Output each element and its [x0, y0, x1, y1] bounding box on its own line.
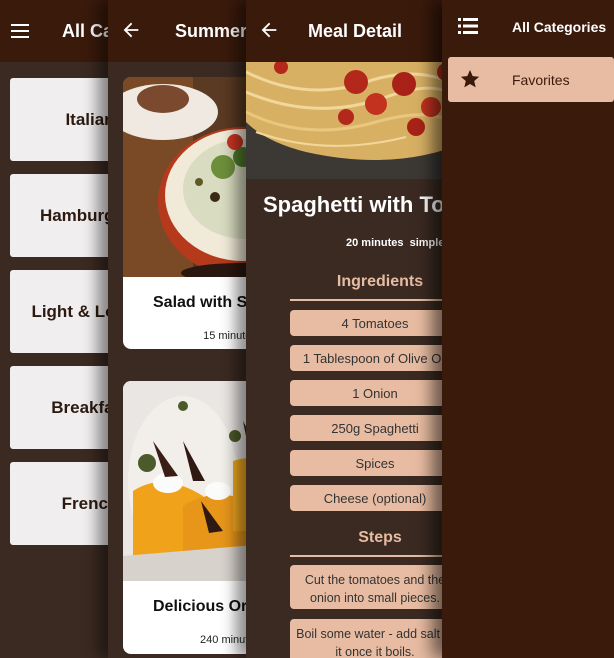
star-icon: [460, 69, 480, 88]
meal-detail-screen: Meal Detail Spaghetti with Tomato Sauce …: [246, 0, 466, 658]
menu-icon[interactable]: [11, 24, 29, 38]
ingredient-item: 1 Onion: [290, 380, 460, 406]
list-icon: [458, 18, 478, 34]
detail-app-bar-title: Meal Detail: [308, 20, 403, 41]
step-item: Cut the tomatoes and the onion into smal…: [290, 565, 460, 609]
back-arrow-icon[interactable]: [258, 19, 280, 41]
detail-app-bar: Meal Detail: [246, 0, 466, 62]
drawer-item-favorites[interactable]: Favorites: [448, 57, 614, 102]
step-item: Boil some water - add salt to it once it…: [290, 619, 460, 658]
meal-title: Spaghetti with Tomato Sauce: [263, 192, 466, 217]
ingredients-heading: Ingredients: [336, 273, 424, 290]
meal-complexity: simple: [409, 237, 445, 249]
category-label: Italian: [65, 109, 115, 129]
ingredient-item: Spices: [290, 450, 460, 476]
ingredient-item: 1 Tablespoon of Olive Oil: [290, 345, 460, 371]
spaghetti-image: [246, 62, 466, 179]
ingredient-item: 4 Tomatoes: [290, 310, 460, 336]
drawer-item-label: All Categories: [512, 19, 607, 35]
drawer-item-label: Favorites: [512, 72, 570, 88]
steps-heading: Steps: [358, 529, 402, 546]
ingredient-item: Cheese (optional): [290, 485, 460, 511]
meals-title: Summer: [175, 20, 248, 41]
drawer-item-all-categories[interactable]: All Categories: [442, 0, 614, 55]
ingredient-item: 250g Spaghetti: [290, 415, 460, 441]
back-arrow-icon[interactable]: [120, 19, 142, 41]
meal-meta: 20 minutes simple: [346, 237, 444, 249]
category-label: French: [61, 493, 119, 513]
meal-duration: 20 minutes: [346, 237, 404, 249]
navigation-drawer: All Categories Favorites: [442, 0, 614, 658]
steps-divider: [290, 555, 466, 557]
ingredients-divider: [290, 299, 466, 301]
